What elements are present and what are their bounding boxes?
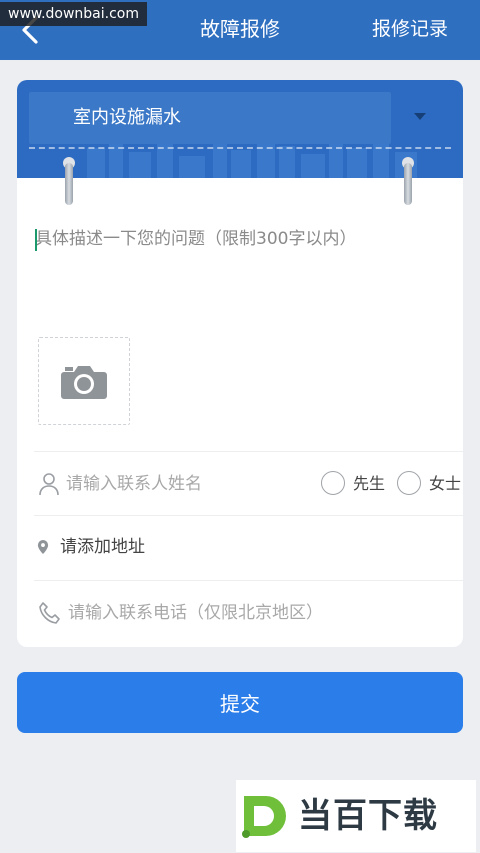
site-watermark: www.downbai.com <box>0 2 147 26</box>
fault-category-select[interactable]: 室内设施漏水 <box>29 92 391 144</box>
repair-form-card: 室内设施漏水 先生 女士 <box>17 80 463 647</box>
downbai-logo <box>242 796 286 838</box>
top-bar: 故障报修 报修记录 www.downbai.com <box>0 0 480 60</box>
problem-description-input[interactable] <box>35 226 445 326</box>
brand-watermark-text: 当百下载 <box>298 796 438 836</box>
gender-label-female: 女士 <box>429 474 462 493</box>
contact-name-row: 先生 女士 <box>34 451 463 515</box>
phone-icon <box>39 602 60 624</box>
address-row[interactable]: 请添加地址 <box>34 515 463 579</box>
add-address-label[interactable]: 请添加地址 <box>60 532 145 562</box>
gender-label-male: 先生 <box>353 474 386 493</box>
binder-pin-right <box>402 157 414 205</box>
radio-circle-male <box>321 471 345 495</box>
selected-category: 室内设施漏水 <box>73 107 181 128</box>
location-pin-icon <box>37 540 49 554</box>
phone-input[interactable] <box>68 599 448 627</box>
brand-watermark: 当百下载 <box>236 780 476 852</box>
repair-records-link[interactable]: 报修记录 <box>372 14 448 44</box>
contact-name-input[interactable] <box>66 470 296 498</box>
text-cursor <box>35 229 37 251</box>
person-icon <box>39 473 59 496</box>
camera-icon <box>61 366 107 399</box>
add-photo-button[interactable] <box>38 337 130 425</box>
banner-dashed-divider <box>29 147 451 149</box>
dropdown-caret-icon[interactable] <box>414 113 426 120</box>
radio-circle-female <box>397 471 421 495</box>
category-banner: 室内设施漏水 <box>17 80 463 178</box>
submit-button[interactable]: 提交 <box>17 672 463 733</box>
phone-row <box>34 580 463 644</box>
binder-pin-left <box>63 157 75 205</box>
